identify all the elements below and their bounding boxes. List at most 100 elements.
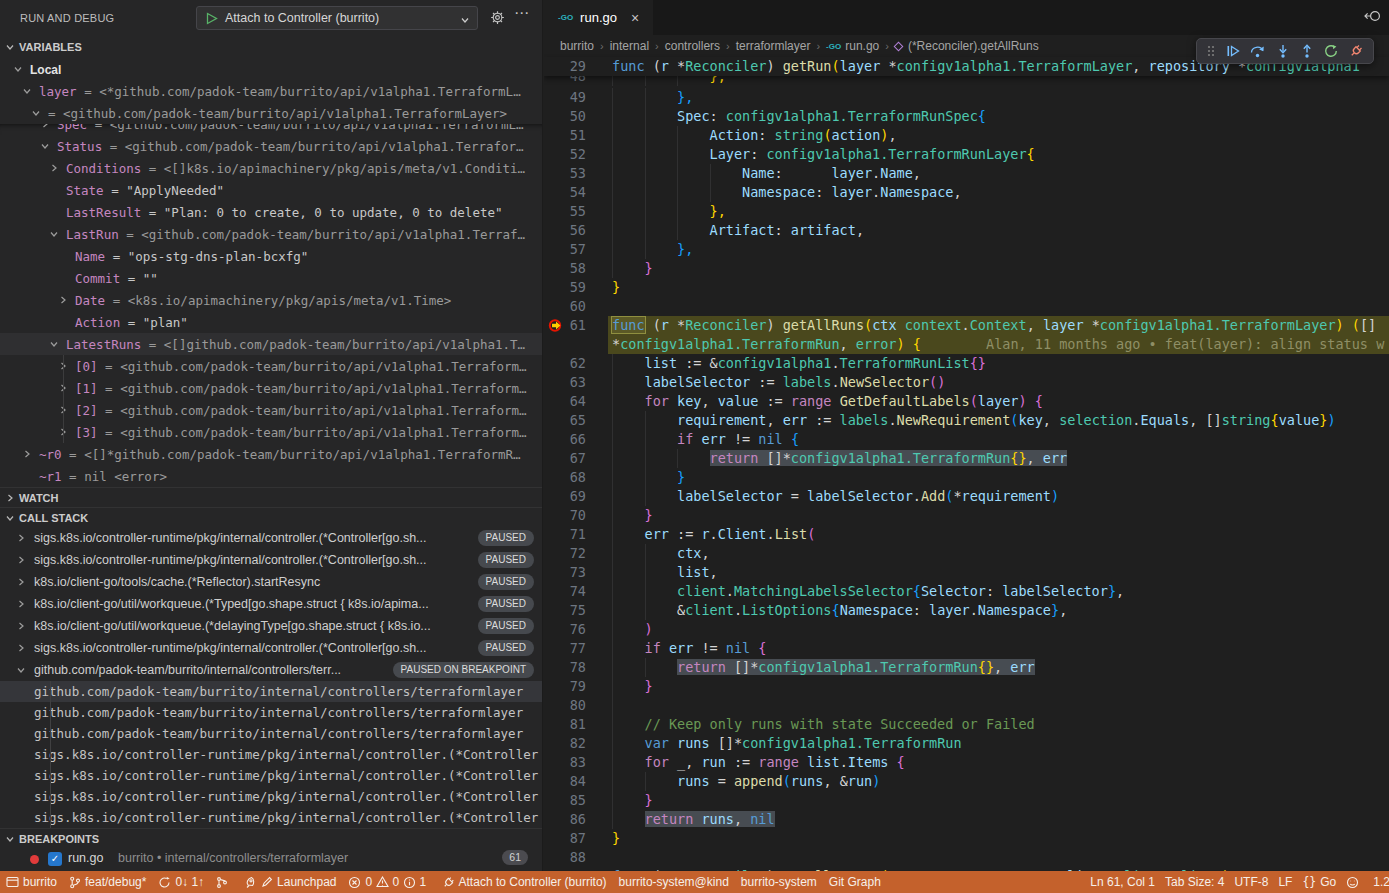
variable-row[interactable]: Spec = <github.com/padok-team/burrito/ap… [0, 124, 542, 135]
chevron-right-icon[interactable] [16, 577, 26, 587]
status-k8s-context[interactable]: burrito-system@kind [613, 871, 735, 893]
variable-row[interactable]: Action = "plan" [0, 311, 542, 333]
stack-subframe[interactable]: sigs.k8s.io/controller-runtime/pkg/inter… [0, 786, 542, 807]
code-line[interactable]: 66 if err != nil { [544, 430, 1389, 449]
code-line[interactable]: 54 Namespace: layer.Namespace, [544, 183, 1389, 202]
code-line[interactable]: 53 Name: layer.Name, [544, 164, 1389, 183]
status-go-status[interactable] [1341, 871, 1368, 893]
code-line[interactable]: 68 } [544, 468, 1389, 487]
code-area[interactable]: 48 },49 },50 Spec: configv1alpha1.Terraf… [544, 76, 1389, 871]
code-line[interactable]: 59} [544, 278, 1389, 297]
breakpoint-checkbox[interactable]: ✓ [48, 852, 62, 866]
stack-frame[interactable]: k8s.io/client-go/tools/cache.(*Reflector… [0, 571, 542, 593]
code-line[interactable]: 69 labelSelector = labelSelector.Add(*re… [544, 487, 1389, 506]
step-over-icon[interactable] [1250, 44, 1265, 58]
status-encoding[interactable]: UTF-8 [1229, 871, 1273, 893]
status-debug-session[interactable]: Attach to Controller (burrito) [436, 871, 613, 893]
chevron-right-icon[interactable] [22, 449, 32, 459]
code-line[interactable]: 84 runs = append(runs, &run) [544, 772, 1389, 791]
chevron-right-icon[interactable] [49, 163, 59, 173]
chevron-down-icon[interactable] [31, 108, 41, 118]
code-line[interactable]: 56 Artifact: artifact, [544, 221, 1389, 240]
code-line[interactable]: 75 &client.ListOptions{Namespace: layer.… [544, 601, 1389, 620]
chevron-down-icon[interactable] [49, 339, 59, 349]
code-line[interactable]: 63 labelSelector := labels.NewSelector() [544, 373, 1389, 392]
code-line[interactable]: *configv1alpha1.TerraformRun, error) {Al… [544, 335, 1389, 354]
stack-frame[interactable]: sigs.k8s.io/controller-runtime/pkg/inter… [0, 637, 542, 659]
breadcrumb-item[interactable]: terraformlayer [736, 39, 811, 53]
more-actions-icon[interactable]: ⋯ [514, 4, 530, 22]
chevron-down-icon[interactable] [16, 665, 26, 675]
stack-subframe[interactable]: github.com/padok-team/burrito/internal/c… [0, 723, 542, 744]
tab-run-go[interactable]: -GO run.go × [544, 0, 653, 35]
code-line[interactable]: 76 ) [544, 620, 1389, 639]
stack-frame[interactable]: k8s.io/client-go/util/workqueue.(*delayi… [0, 615, 542, 637]
chevron-right-icon[interactable] [16, 599, 26, 609]
status-language-mode[interactable]: {}Go [1297, 871, 1341, 893]
restart-icon[interactable] [1324, 44, 1338, 58]
code-line[interactable]: 86 return runs, nil [544, 810, 1389, 829]
code-line[interactable]: 80 [544, 696, 1389, 715]
stack-subframe[interactable]: sigs.k8s.io/controller-runtime/pkg/inter… [0, 807, 542, 828]
code-line[interactable]: 73 list, [544, 563, 1389, 582]
code-line[interactable]: 72 ctx, [544, 544, 1389, 563]
status-commit-graph[interactable] [210, 871, 238, 893]
code-line[interactable]: 88 [544, 848, 1389, 867]
status-git-graph[interactable]: Git Graph [823, 871, 887, 893]
code-line[interactable]: 61func (r *Reconciler) getAllRuns(ctx co… [544, 316, 1389, 335]
close-icon[interactable]: × [631, 10, 639, 26]
breakpoints-section-header[interactable]: BREAKPOINTS [0, 828, 542, 848]
status-cursor-position[interactable]: Ln 61, Col 1 [1085, 871, 1160, 893]
status-launchpad[interactable]: Launchpad [238, 871, 342, 893]
code-line[interactable]: 79 } [544, 677, 1389, 696]
stack-subframe[interactable]: sigs.k8s.io/controller-runtime/pkg/inter… [0, 744, 542, 765]
code-line[interactable]: 51 Action: string(action), [544, 126, 1389, 145]
variable-row[interactable]: Status = <github.com/padok-team/burrito/… [0, 135, 542, 157]
watch-section-header[interactable]: WATCH [0, 487, 542, 507]
callstack-section-header[interactable]: CALL STACK [0, 507, 542, 527]
code-line[interactable]: 65 requirement, err := labels.NewRequire… [544, 411, 1389, 430]
chevron-right-icon[interactable] [16, 643, 26, 653]
status-git-branch[interactable]: feat/debug* [63, 871, 152, 893]
code-line[interactable]: 87} [544, 829, 1389, 848]
code-line[interactable]: 67 return []*configv1alpha1.TerraformRun… [544, 449, 1389, 468]
status-git-sync[interactable]: 0↓ 1↑ [152, 871, 210, 893]
breadcrumb-item[interactable]: internal [610, 39, 649, 53]
variable-row[interactable]: [2] = <github.com/padok-team/burrito/api… [0, 399, 542, 421]
variable-row[interactable]: State = "ApplyNeeded" [0, 179, 542, 201]
variable-row[interactable]: [1] = <github.com/padok-team/burrito/api… [0, 377, 542, 399]
code-line[interactable]: 70 } [544, 506, 1389, 525]
start-debug-icon[interactable] [206, 12, 218, 25]
step-out-icon[interactable] [1300, 44, 1314, 58]
status-k8s-namespace[interactable]: burrito-system [735, 871, 823, 893]
editor-layout-icon[interactable] [1364, 9, 1381, 27]
chevron-right-icon[interactable] [40, 124, 50, 129]
status-go-version[interactable]: 1.23. [1368, 871, 1389, 893]
stack-frame[interactable]: sigs.k8s.io/controller-runtime/pkg/inter… [0, 549, 542, 571]
code-line[interactable]: 82 var runs []*configv1alpha1.TerraformR… [544, 734, 1389, 753]
variable-row[interactable]: LatestRuns = <[]github.com/padok-team/bu… [0, 333, 542, 355]
code-line[interactable]: 48 }, [544, 76, 1389, 86]
step-into-icon[interactable] [1276, 44, 1290, 58]
variable-row[interactable]: [0] = <github.com/padok-team/burrito/api… [0, 355, 542, 377]
code-line[interactable]: 64 for key, value := range GetDefaultLab… [544, 392, 1389, 411]
stack-subframe[interactable]: sigs.k8s.io/controller-runtime/pkg/inter… [0, 765, 542, 786]
stack-frame[interactable]: github.com/padok-team/burrito/internal/c… [0, 659, 542, 681]
breakpoint-item[interactable]: ✓ run.go burrito • internal/controllers/… [0, 848, 542, 871]
code-line[interactable]: 83 for _, run := range list.Items { [544, 753, 1389, 772]
code-line[interactable]: 55 }, [544, 202, 1389, 221]
disconnect-icon[interactable] [1349, 44, 1363, 58]
code-line[interactable]: 57 }, [544, 240, 1389, 259]
code-line[interactable]: 52 Layer: configv1alpha1.TerraformRunLay… [544, 145, 1389, 164]
stack-frame[interactable]: sigs.k8s.io/controller-runtime/pkg/inter… [0, 527, 542, 549]
code-line[interactable]: 49 }, [544, 88, 1389, 107]
stack-subframe[interactable]: github.com/padok-team/burrito/internal/c… [0, 681, 542, 702]
status-remote-window[interactable]: burrito [0, 871, 63, 893]
code-line[interactable]: 74 client.MatchingLabelsSelector{Selecto… [544, 582, 1389, 601]
breadcrumb-item[interactable]: controllers [665, 39, 720, 53]
stack-subframe[interactable]: github.com/padok-team/burrito/internal/c… [0, 702, 542, 723]
code-line[interactable]: 60 [544, 297, 1389, 316]
chevron-right-icon[interactable] [58, 295, 68, 305]
status-eol[interactable]: LF [1273, 871, 1297, 893]
variable-row[interactable]: Commit = "" [0, 267, 542, 289]
